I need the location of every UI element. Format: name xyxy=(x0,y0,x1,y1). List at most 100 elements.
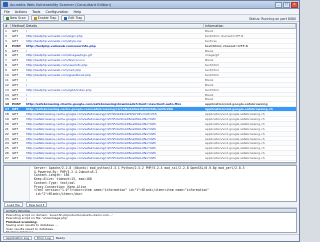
new-scan-button[interactable]: New Scan xyxy=(3,15,29,21)
row-details: http://safebrowsing-cache.google.com/saf… xyxy=(26,131,156,136)
row-method: GET xyxy=(12,97,19,102)
load-file-button[interactable]: Load file xyxy=(4,202,23,207)
row-information: Blank xyxy=(205,58,214,63)
row-details: http://safebrowsing-cache.google.com/saf… xyxy=(26,121,156,126)
row-information: Blank xyxy=(205,92,214,97)
column-header-method[interactable]: Method xyxy=(11,24,25,29)
row-method: GET xyxy=(12,126,19,131)
row-method: GET xyxy=(12,77,19,82)
chevron-down-icon: ▾ xyxy=(42,202,45,207)
error-log-tab[interactable]: Error Log xyxy=(34,235,54,241)
proxy-status: Status: Running on port 8080 xyxy=(249,16,296,21)
row-information: application/vnd.google.safebrowsing-ch xyxy=(205,121,265,126)
row-method: GET xyxy=(12,38,19,43)
application-log-tab[interactable]: Application Log xyxy=(3,235,33,241)
column-header-number[interactable]: # xyxy=(4,24,11,29)
ready-status: Ready xyxy=(55,236,66,240)
row-number: 16 xyxy=(5,102,10,107)
row-details: http://safebrowsing-cache.google.com/saf… xyxy=(26,151,156,156)
row-information: application/vnd.google.safebrowsing-ch xyxy=(205,151,265,156)
row-information: application/vnd.google.safebrowsing-ch xyxy=(205,141,265,146)
edit-trap-label: Edit Trap xyxy=(68,16,83,20)
response-detail-pane[interactable]: Server: Apache/2.2.8 (Ubuntu) mod_python… xyxy=(3,165,297,202)
row-number: 11 xyxy=(5,77,9,82)
minimize-button[interactable]: _ xyxy=(275,2,282,8)
row-details: http://testphp.vulnweb.com/cart.php xyxy=(26,68,82,73)
row-information: application/vnd.google.safebrowsing-ch xyxy=(205,136,265,141)
enable-trap-button[interactable]: Enable Trap xyxy=(30,15,60,21)
row-information: text/html xyxy=(205,63,219,68)
row-method: GET xyxy=(12,117,19,121)
row-method: GET xyxy=(12,92,19,97)
log-lines: Executing script on domain: 'Luser.fin.p… xyxy=(6,214,294,232)
log-line: Flushing database... xyxy=(6,231,294,232)
edit-trap-button[interactable]: Edit Trap xyxy=(61,15,86,21)
row-information: Blank xyxy=(205,77,214,82)
row-information: application/vnd.google.safebrowsing-ch xyxy=(205,156,265,161)
row-method: GET xyxy=(12,58,19,63)
row-method: GET xyxy=(12,107,19,112)
menu-tools[interactable]: Tools xyxy=(32,10,40,14)
app-icon xyxy=(3,2,8,7)
row-method: POST xyxy=(12,43,21,48)
row-method: GET xyxy=(12,112,19,117)
row-method: GET xyxy=(12,63,19,68)
row-information: text/html xyxy=(205,73,219,77)
grid-body: 1 GET / Blank 2 GET http://testphp.vulnweb.com… xyxy=(4,29,296,162)
row-number: 24 xyxy=(5,141,9,146)
application-window: Acunetix Web Vulnerability Scanner (Cons… xyxy=(0,0,300,242)
row-details: / xyxy=(26,29,28,33)
close-button[interactable]: × xyxy=(291,2,298,8)
row-details: / xyxy=(26,77,28,82)
row-details: http://testphp.vulnweb.com/style.css xyxy=(26,38,82,43)
row-details: http://testphp.vulnweb.com/guestbook.php xyxy=(26,73,91,77)
row-method: GET xyxy=(12,87,19,92)
row-information: text/html; charset=UTF-8 xyxy=(205,43,248,48)
menu-actions[interactable]: Actions xyxy=(15,10,27,14)
row-number: 17 xyxy=(5,107,10,112)
row-number: 15 xyxy=(5,97,9,102)
view-mode-select[interactable]: Raw text ▾ xyxy=(25,202,48,207)
row-method: GET xyxy=(12,68,19,73)
row-method: GET xyxy=(12,146,19,151)
maximize-button[interactable]: □ xyxy=(283,2,290,8)
row-details: http://safebrowsing.clients.google.com/s… xyxy=(26,102,182,107)
row-information: application/vnd.google.safebrowsing-ch xyxy=(205,107,273,112)
row-number: 6 xyxy=(5,53,7,58)
row-information: text/css xyxy=(205,38,217,43)
trap-icon xyxy=(33,16,37,20)
row-number: 4 xyxy=(5,43,8,48)
row-number: 8 xyxy=(5,63,7,68)
new-scan-label: New Scan xyxy=(10,16,26,20)
edit-icon xyxy=(64,16,68,20)
new-scan-icon xyxy=(6,16,9,20)
row-details: http://safebrowsing-cache.google.com/saf… xyxy=(26,136,156,141)
row-information: application/vnd.google.safebrowsing xyxy=(205,102,268,107)
row-number: 3 xyxy=(5,38,7,43)
row-details: http://testphp.vulnweb.com/AJAX/index.ph… xyxy=(26,87,92,92)
title-bar: Acunetix Web Vulnerability Scanner (Cons… xyxy=(1,1,299,9)
row-number: 9 xyxy=(5,68,7,73)
column-header-information[interactable]: Information xyxy=(204,24,296,29)
row-number: 26 xyxy=(5,151,9,156)
row-number: 14 xyxy=(5,92,9,97)
row-method: GET xyxy=(12,48,19,53)
row-number: 23 xyxy=(5,136,9,141)
response-text: Server: Apache/2.2.8 (Ubuntu) mod_python… xyxy=(34,166,296,197)
row-information: application/vnd.google.safebrowsing-ch xyxy=(205,112,265,117)
column-header-details[interactable]: Details xyxy=(25,24,204,29)
menu-file[interactable]: File xyxy=(4,10,10,14)
menu-configuration[interactable]: Configuration xyxy=(45,10,68,14)
activity-log: Executing script on domain: 'Luser.fin.p… xyxy=(3,213,297,233)
menu-help[interactable]: Help xyxy=(73,10,81,14)
request-row[interactable]: 27 GET http://safebrowsing-cache.google.co… xyxy=(4,156,296,162)
window-controls: _ □ × xyxy=(275,2,298,8)
row-information: application/vnd.google.safebrowsing-ch xyxy=(205,131,265,136)
row-number: 27 xyxy=(5,156,9,161)
status-bar: Application Log Error Log Ready xyxy=(1,234,299,241)
row-details: http://testphp.vulnweb.com/favicon.ico xyxy=(26,58,85,63)
row-method: GET xyxy=(12,151,19,156)
row-information: text/html; charset=UTF-8 xyxy=(205,33,244,38)
row-number: 12 xyxy=(5,82,9,87)
row-number: 21 xyxy=(5,126,9,131)
